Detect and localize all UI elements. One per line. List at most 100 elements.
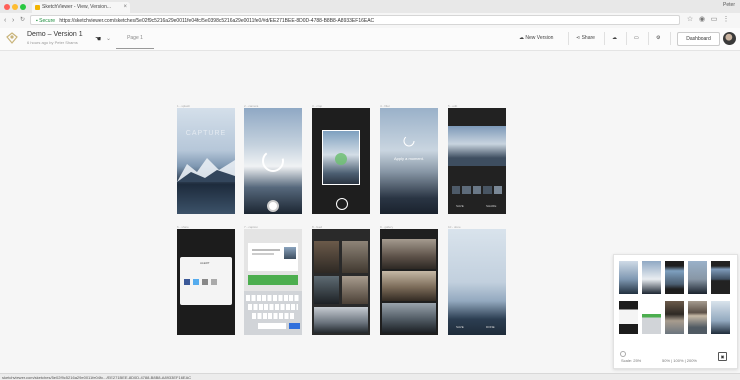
sketchviewer-logo-icon[interactable] — [6, 32, 18, 44]
artboard-overview-panel: Scale: 25% 50% | 100% | 200% ▣ — [613, 254, 738, 369]
toggle-panel-icon[interactable]: ▣ — [718, 352, 727, 361]
lock-icon: ▪ — [36, 18, 38, 24]
overview-thumbnail[interactable] — [688, 301, 707, 334]
gallery-photo — [382, 239, 436, 269]
divider — [604, 32, 605, 45]
browser-user[interactable]: Peter — [723, 2, 735, 8]
star-icon[interactable]: ☆ — [686, 16, 694, 24]
keyboard[interactable] — [244, 291, 302, 335]
sketchviewer-favicon-icon — [35, 5, 40, 10]
caption-label[interactable]: SAVE — [456, 325, 464, 329]
caption-label[interactable]: SAVE — [456, 204, 464, 208]
gallery-photo — [382, 271, 436, 301]
shutter-button[interactable] — [267, 200, 279, 212]
artboard-crop[interactable] — [312, 108, 370, 214]
overview-thumbnail[interactable] — [642, 301, 661, 334]
extension-icon[interactable]: ◉ — [698, 16, 706, 24]
divider — [670, 32, 671, 45]
artboard-splash[interactable]: CAPTURE — [177, 108, 235, 214]
reload-icon[interactable]: ↻ — [20, 16, 25, 25]
share-dialog: ALERT — [180, 257, 232, 305]
feed-photo — [342, 241, 368, 273]
overview-thumbnail[interactable] — [711, 261, 730, 294]
caption-card — [248, 243, 298, 271]
overview-thumbnail[interactable] — [619, 301, 638, 334]
capture-button[interactable] — [336, 198, 348, 210]
divider — [648, 32, 649, 45]
document-subtitle: 6 hours ago by Peter Shams — [27, 40, 78, 45]
url-field[interactable]: ▪ Secure https://sketchviewer.com/sketch… — [30, 15, 680, 25]
share-green-bar[interactable] — [248, 275, 298, 285]
focus-ring-icon — [335, 153, 347, 165]
settings-gear-icon[interactable]: ⚙ — [656, 33, 660, 44]
feed-photo — [342, 276, 368, 304]
document-title[interactable]: Demo – Version 1 — [27, 31, 83, 38]
caption-label[interactable]: SHARE — [486, 204, 496, 208]
dialog-title: ALERT — [200, 261, 210, 265]
url-text: https://sketchviewer.com/sketches/5e02f9… — [59, 18, 375, 24]
artboard-feed[interactable] — [312, 229, 370, 335]
secure-label: Secure — [39, 18, 56, 24]
filter-strip — [452, 186, 503, 194]
chevron-down-icon[interactable]: ⌄ — [106, 35, 111, 42]
feed-photo — [314, 307, 368, 333]
overview-thumbnail[interactable] — [688, 261, 707, 294]
overview-thumbnail[interactable] — [642, 261, 661, 294]
artboard-filter[interactable]: Apply a moment. — [380, 108, 438, 214]
gallery-photo — [382, 303, 436, 333]
address-bar-row: ‹ › ↻ ▪ Secure https://sketchviewer.com/… — [0, 13, 740, 28]
thumbnail-image — [284, 247, 296, 259]
menu-icon[interactable]: ⋮ — [722, 16, 730, 24]
artboard-camera[interactable] — [244, 108, 302, 214]
download-icon[interactable]: ☁ — [612, 33, 617, 44]
tab-strip: SketchViewer - View, Version... × Peter — [0, 0, 740, 13]
maximize-window-button[interactable] — [20, 4, 26, 10]
splash-title: CAPTURE — [185, 130, 227, 137]
browser-tab[interactable]: SketchViewer - View, Version... × — [32, 2, 130, 13]
forward-icon[interactable]: › — [12, 16, 14, 25]
minimize-window-button[interactable] — [12, 4, 18, 10]
app-toolbar: Demo – Version 1 6 hours ago by Peter Sh… — [0, 28, 740, 51]
share-button[interactable]: ⋖ Share — [576, 33, 595, 44]
zoom-presets[interactable]: 50% | 100% | 200% — [662, 358, 697, 363]
link-status-bar: sketchviewer.com/sketches/5e02f9c5216a29… — [0, 373, 740, 380]
overview-thumbnail[interactable] — [665, 261, 684, 294]
share-icon: ⋖ — [576, 35, 581, 41]
filter-caption: Apply a moment. — [393, 156, 424, 161]
new-version-button[interactable]: ☁ New Version — [519, 33, 553, 44]
spinner-icon — [403, 135, 415, 147]
new-version-label: New Version — [525, 35, 554, 41]
tab-title: SketchViewer - View, Version... — [42, 4, 112, 10]
overview-thumbnail[interactable] — [619, 261, 638, 294]
artboard-edit[interactable]: SAVE SHARE — [448, 108, 506, 214]
loading-spinner-icon — [262, 150, 284, 172]
present-icon[interactable]: ▭ — [634, 33, 639, 44]
tab-close-icon[interactable]: × — [123, 2, 127, 13]
overview-thumbnail[interactable] — [665, 301, 684, 334]
caption-label[interactable]: DONE — [486, 325, 495, 329]
overview-thumbnail[interactable] — [711, 301, 730, 334]
dashboard-button[interactable]: Dashboard — [677, 32, 720, 46]
feed-photo — [314, 276, 339, 304]
cloud-upload-icon: ☁ — [519, 35, 524, 41]
zoom-slider-handle[interactable] — [620, 351, 626, 357]
artboard-gallery[interactable] — [380, 229, 438, 335]
artboard-caption[interactable] — [244, 229, 302, 335]
feed-photo — [314, 241, 339, 273]
cast-icon[interactable]: ▭ — [710, 16, 718, 24]
page-tab[interactable]: Page 1 — [116, 32, 154, 49]
back-icon[interactable]: ‹ — [4, 16, 6, 25]
social-icons — [184, 279, 228, 285]
close-window-button[interactable] — [4, 4, 10, 10]
avatar[interactable] — [723, 32, 736, 45]
keyboard-return-key[interactable] — [289, 323, 300, 329]
artboard-done[interactable]: SAVE DONE — [448, 229, 506, 335]
scale-label: Scale: 25% — [621, 358, 642, 363]
crop-photo — [322, 130, 360, 185]
divider — [626, 32, 627, 45]
artboard-share[interactable]: ALERT — [177, 229, 235, 335]
divider — [568, 32, 569, 45]
pointer-tool-icon[interactable]: ☚ — [95, 35, 101, 43]
edit-photo — [448, 126, 506, 166]
share-label: Share — [581, 35, 595, 41]
